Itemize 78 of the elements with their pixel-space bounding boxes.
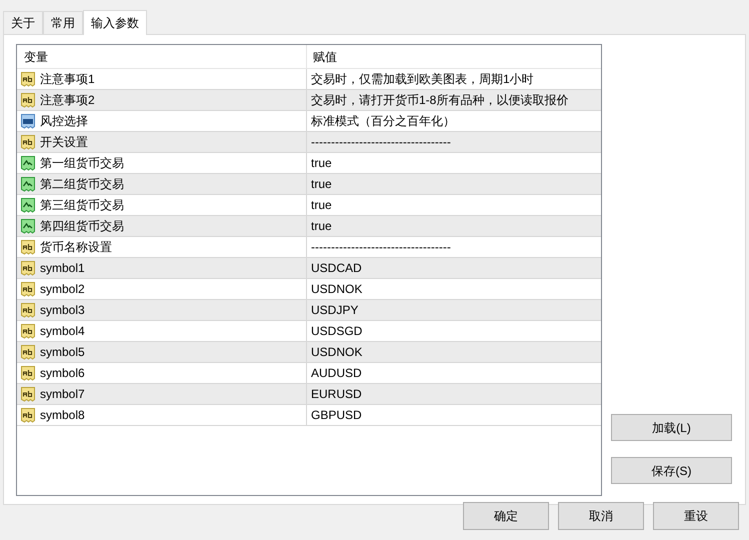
table-cell-text: USDNOK	[310, 344, 362, 361]
table-cell-text: true	[310, 176, 332, 193]
table-row[interactable]: 第一组货币交易 true	[17, 153, 601, 174]
table-cell-text: USDCAD	[310, 260, 362, 277]
table-cell-text: USDNOK	[310, 281, 362, 298]
text-type-icon	[20, 281, 36, 297]
table-cell-text: 第二组货币交易	[40, 176, 124, 193]
side-button[interactable]: 加载(L)	[611, 414, 732, 441]
table-row[interactable]: symbol2 USDNOK	[17, 279, 601, 300]
table-cell-text: 标准模式（百分之百年化）	[310, 113, 455, 130]
table-cell-text: symbol3	[40, 302, 85, 319]
table-cell-text: 交易时，仅需加载到欧美图表，周期1小时	[310, 71, 534, 88]
table-cell-text: 开关设置	[40, 134, 88, 151]
text-type-icon	[20, 134, 36, 150]
table-cell-text: symbol7	[40, 386, 85, 403]
table-row[interactable]: 第四组货币交易 true	[17, 216, 601, 237]
text-type-icon	[20, 260, 36, 276]
table-cell-text: AUDUSD	[310, 365, 362, 382]
table-cell-text: EURUSD	[310, 386, 362, 403]
table-cell-text: symbol2	[40, 281, 85, 298]
table-cell-text: true	[310, 197, 332, 214]
tab[interactable]: 输入参数	[83, 10, 147, 35]
text-type-icon	[20, 92, 36, 108]
table-cell-text: GBPUSD	[310, 407, 362, 424]
dialog-button[interactable]: 确定	[463, 502, 549, 530]
text-type-icon	[20, 239, 36, 255]
tab[interactable]: 常用	[43, 11, 83, 34]
chart-type-icon	[20, 155, 36, 171]
table-cell-text: USDSGD	[310, 323, 362, 340]
text-type-icon	[20, 71, 36, 87]
table-cell-text: 第三组货币交易	[40, 197, 124, 214]
chart-type-icon	[20, 176, 36, 192]
table-row[interactable]: 货币名称设置 -----------------------------------	[17, 237, 601, 258]
number-type-icon	[20, 113, 36, 129]
table-cell-text: 第一组货币交易	[40, 155, 124, 172]
table-row[interactable]: symbol4 USDSGD	[17, 321, 601, 342]
chart-type-icon	[20, 197, 36, 213]
dialog-button[interactable]: 重设	[653, 502, 739, 530]
text-type-icon	[20, 386, 36, 402]
table-cell-text: 注意事项1	[40, 71, 95, 88]
table-cell-text: 风控选择	[40, 113, 88, 130]
table-cell-text: 注意事项2	[40, 92, 95, 109]
table-cell-text: 货币名称设置	[40, 239, 112, 256]
text-type-icon	[20, 407, 36, 423]
table-cell-text: symbol8	[40, 407, 85, 424]
column-header[interactable]: 变量	[17, 45, 307, 68]
chart-type-icon	[20, 218, 36, 234]
table-row[interactable]: 注意事项2 交易时，请打开货币1-8所有品种，以便读取报价	[17, 90, 601, 111]
table-row[interactable]: symbol8 GBPUSD	[17, 405, 601, 426]
table-row[interactable]: 开关设置 -----------------------------------	[17, 132, 601, 153]
table-row[interactable]: symbol1 USDCAD	[17, 258, 601, 279]
table-cell-text: USDJPY	[310, 302, 358, 319]
table-cell-text: -----------------------------------	[310, 134, 451, 151]
text-type-icon	[20, 365, 36, 381]
side-button[interactable]: 保存(S)	[611, 457, 732, 484]
text-type-icon	[20, 344, 36, 360]
tab[interactable]: 关于	[3, 11, 43, 34]
table-row[interactable]: symbol3 USDJPY	[17, 300, 601, 321]
table-cell-text: 第四组货币交易	[40, 218, 124, 235]
table-cell-text: true	[310, 155, 332, 172]
table-row[interactable]: 风控选择 标准模式（百分之百年化）	[17, 111, 601, 132]
table-row[interactable]: symbol7 EURUSD	[17, 384, 601, 405]
table-cell-text: symbol4	[40, 323, 85, 340]
table-cell-text: true	[310, 218, 332, 235]
column-header[interactable]: 赋值	[307, 48, 337, 66]
table-row[interactable]: symbol5 USDNOK	[17, 342, 601, 363]
table-row[interactable]: 第三组货币交易 true	[17, 195, 601, 216]
table-row[interactable]: symbol6 AUDUSD	[17, 363, 601, 384]
text-type-icon	[20, 302, 36, 318]
table-cell-text: 交易时，请打开货币1-8所有品种，以便读取报价	[310, 92, 568, 109]
table-cell-text: -----------------------------------	[310, 239, 451, 256]
table-cell-text: symbol6	[40, 365, 85, 382]
table-cell-text: symbol5	[40, 344, 85, 361]
text-type-icon	[20, 323, 36, 339]
table-row[interactable]: 第二组货币交易 true	[17, 174, 601, 195]
table-cell-text: symbol1	[40, 260, 85, 277]
table-row[interactable]: 注意事项1 交易时，仅需加载到欧美图表，周期1小时	[17, 69, 601, 90]
dialog-button[interactable]: 取消	[558, 502, 644, 530]
